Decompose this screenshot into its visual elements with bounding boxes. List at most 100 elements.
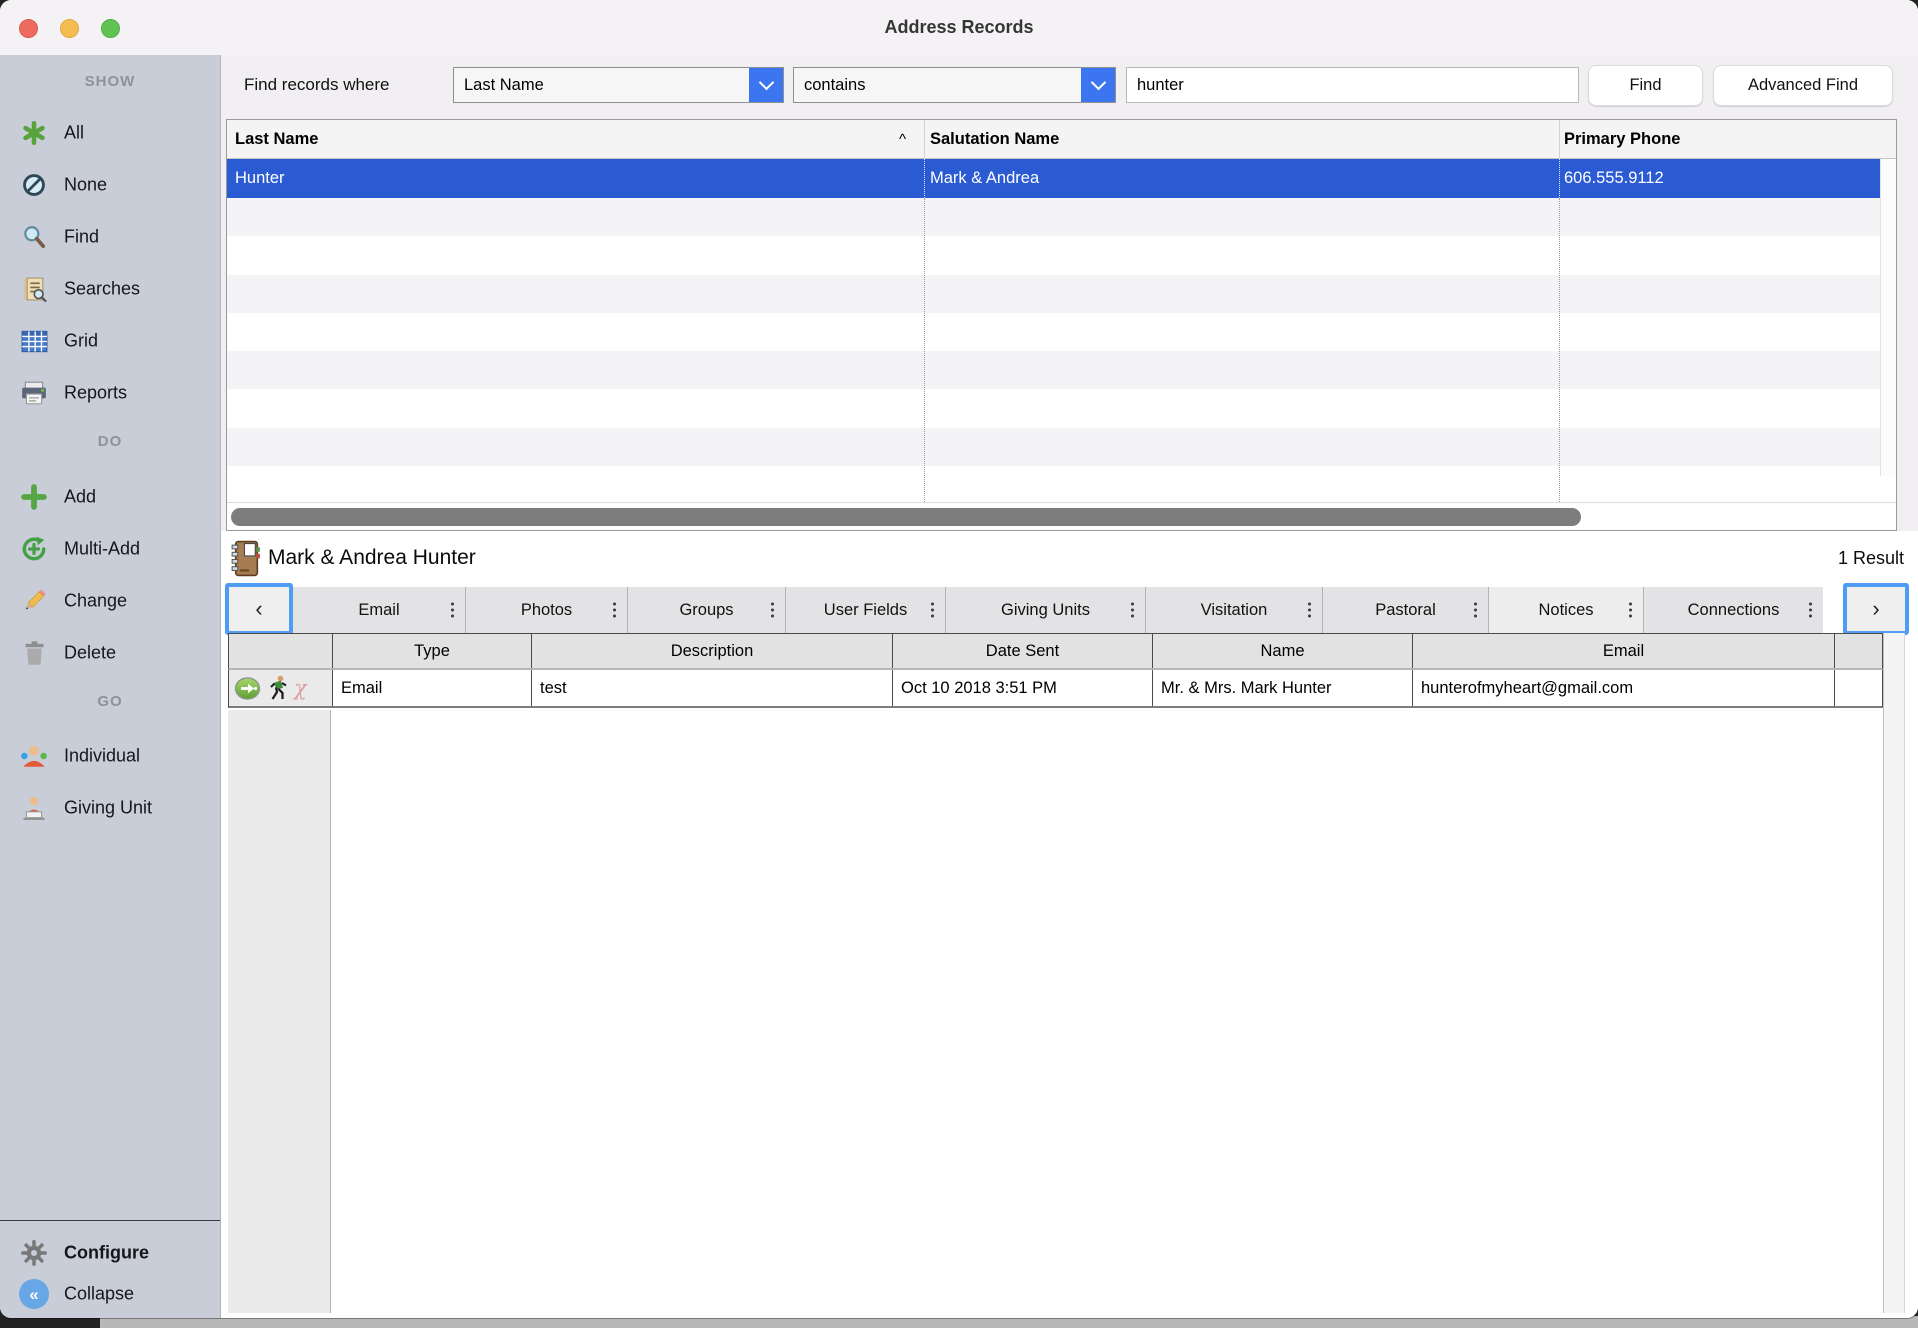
magnifier-icon	[17, 220, 51, 254]
column-header-primary-phone[interactable]: Primary Phone	[1564, 120, 1680, 159]
scroll-search-icon	[17, 272, 51, 306]
cell-name[interactable]: Mr. & Mrs. Mark Hunter	[1152, 670, 1412, 706]
titlebar: Address Records	[0, 0, 1918, 56]
tab-photos[interactable]: Photos	[465, 587, 627, 633]
tab-scroll-left-button[interactable]: ‹	[225, 583, 293, 635]
column-header-name[interactable]: Name	[1152, 634, 1412, 668]
sidebar-item-none[interactable]: None	[0, 159, 220, 211]
vertical-scrollbar-track[interactable]	[1880, 159, 1896, 476]
asterisk-icon	[17, 116, 51, 150]
cell-type[interactable]: Email	[332, 670, 531, 706]
sidebar-item-collapse[interactable]: « Collapse	[0, 1271, 220, 1317]
column-header-email[interactable]: Email	[1412, 634, 1834, 668]
advanced-find-button[interactable]: Advanced Find	[1713, 65, 1893, 106]
gear-icon	[17, 1236, 51, 1270]
tab-email[interactable]: Email	[293, 587, 465, 633]
find-button[interactable]: Find	[1588, 65, 1703, 106]
empty-row[interactable]	[227, 389, 1896, 427]
column-header-salutation-name[interactable]: Salutation Name	[930, 120, 1059, 159]
section-header-go: GO	[0, 687, 220, 717]
empty-row[interactable]	[227, 466, 1896, 504]
detail-table-row[interactable]: χ Email test Oct 10 2018 3:51 PM Mr. & M…	[228, 670, 1883, 708]
sort-ascending-indicator[interactable]: ^	[899, 120, 906, 159]
row-actions-cell: χ	[229, 670, 332, 706]
empty-row[interactable]	[227, 236, 1896, 274]
detail-table: Type Description Date Sent Name Email	[228, 633, 1883, 708]
record-title: Mark & Andrea Hunter	[268, 531, 476, 585]
tab-giving-units[interactable]: Giving Units	[945, 587, 1145, 633]
record-tab-bar: ‹ Email Photos Groups User Fields Giving…	[221, 585, 1918, 633]
operator-dropdown[interactable]: contains	[793, 67, 1116, 103]
tab-notices[interactable]: Notices	[1488, 587, 1643, 633]
empty-row[interactable]	[227, 428, 1896, 466]
sidebar-item-searches[interactable]: Searches	[0, 263, 220, 315]
grid-icon	[17, 324, 51, 358]
sidebar: SHOW All None Find Searches	[0, 55, 221, 1318]
window-title: Address Records	[0, 0, 1918, 55]
cell-description[interactable]: test	[531, 670, 892, 706]
horizontal-scrollbar-thumb[interactable]	[231, 508, 1581, 526]
column-header-description[interactable]: Description	[531, 634, 892, 668]
sidebar-item-individual[interactable]: Individual	[0, 730, 220, 782]
cell-salutation-name: Mark & Andrea	[930, 159, 1039, 198]
tab-groups[interactable]: Groups	[627, 587, 785, 633]
detail-table-header: Type Description Date Sent Name Email	[228, 633, 1883, 670]
sidebar-divider	[0, 1220, 220, 1221]
column-header-actions	[229, 634, 332, 668]
detail-vertical-scrollbar-track[interactable]	[1883, 633, 1905, 1313]
cell-spacer	[1834, 670, 1882, 706]
column-header-date-sent[interactable]: Date Sent	[892, 634, 1152, 668]
search-input[interactable]	[1126, 67, 1579, 103]
tab-menu-dots-icon[interactable]	[771, 603, 774, 618]
sidebar-item-all[interactable]: All	[0, 107, 220, 159]
runner-icon[interactable]	[267, 675, 288, 701]
tab-menu-dots-icon[interactable]	[931, 603, 934, 618]
field-dropdown[interactable]: Last Name	[453, 67, 784, 103]
tab-menu-dots-icon[interactable]	[1809, 603, 1812, 618]
sidebar-item-giving-unit[interactable]: Giving Unit	[0, 782, 220, 834]
tab-user-fields[interactable]: User Fields	[785, 587, 945, 633]
tab-menu-dots-icon[interactable]	[1308, 603, 1311, 618]
sidebar-item-delete[interactable]: Delete	[0, 627, 220, 679]
empty-row[interactable]	[227, 198, 1896, 236]
tab-scroll-right-button[interactable]: ›	[1843, 583, 1909, 635]
screen: Address Records SHOW All None Find	[0, 0, 1918, 1328]
tab-visitation[interactable]: Visitation	[1145, 587, 1322, 633]
trash-icon	[17, 636, 51, 670]
empty-row[interactable]	[227, 275, 1896, 313]
table-row-selected[interactable]: Hunter Mark & Andrea 606.555.9112	[227, 159, 1896, 198]
empty-row[interactable]	[227, 351, 1896, 389]
sidebar-item-find[interactable]: Find	[0, 211, 220, 263]
no-circle-icon	[17, 168, 51, 202]
chi-icon[interactable]: χ	[294, 678, 307, 699]
chevron-down-icon	[749, 68, 783, 102]
sidebar-item-change[interactable]: Change	[0, 575, 220, 627]
cell-email[interactable]: hunterofmyheart@gmail.com	[1412, 670, 1834, 706]
go-arrow-icon[interactable]	[234, 677, 261, 700]
actions-column-background	[228, 710, 331, 1313]
cell-date-sent[interactable]: Oct 10 2018 3:51 PM	[892, 670, 1152, 706]
tab-menu-dots-icon[interactable]	[613, 603, 616, 618]
sidebar-item-grid[interactable]: Grid	[0, 315, 220, 367]
results-table-header: Last Name ^ Salutation Name Primary Phon…	[227, 120, 1896, 159]
cell-primary-phone: 606.555.9112	[1564, 159, 1664, 198]
empty-row[interactable]	[227, 313, 1896, 351]
horizontal-scrollbar-track[interactable]	[227, 502, 1896, 530]
main-panel: Find records where Last Name contains Fi…	[221, 55, 1918, 1318]
tab-menu-dots-icon[interactable]	[1629, 603, 1632, 618]
record-header: Mark & Andrea Hunter 1 Result	[221, 531, 1918, 585]
column-header-last-name[interactable]: Last Name	[235, 120, 318, 159]
sidebar-item-multi-add[interactable]: Multi-Add	[0, 523, 220, 575]
tab-menu-dots-icon[interactable]	[1474, 603, 1477, 618]
results-table-body: Hunter Mark & Andrea 606.555.9112	[227, 159, 1896, 504]
sidebar-item-reports[interactable]: Reports	[0, 367, 220, 419]
sidebar-item-add[interactable]: Add	[0, 471, 220, 523]
column-header-type[interactable]: Type	[332, 634, 531, 668]
address-records-window: Address Records SHOW All None Find	[0, 0, 1918, 1318]
people-icon	[17, 739, 51, 773]
tab-menu-dots-icon[interactable]	[451, 603, 454, 618]
person-laptop-icon	[17, 791, 51, 825]
tab-pastoral[interactable]: Pastoral	[1322, 587, 1488, 633]
tab-connections[interactable]: Connections	[1643, 587, 1823, 633]
tab-menu-dots-icon[interactable]	[1131, 603, 1134, 618]
